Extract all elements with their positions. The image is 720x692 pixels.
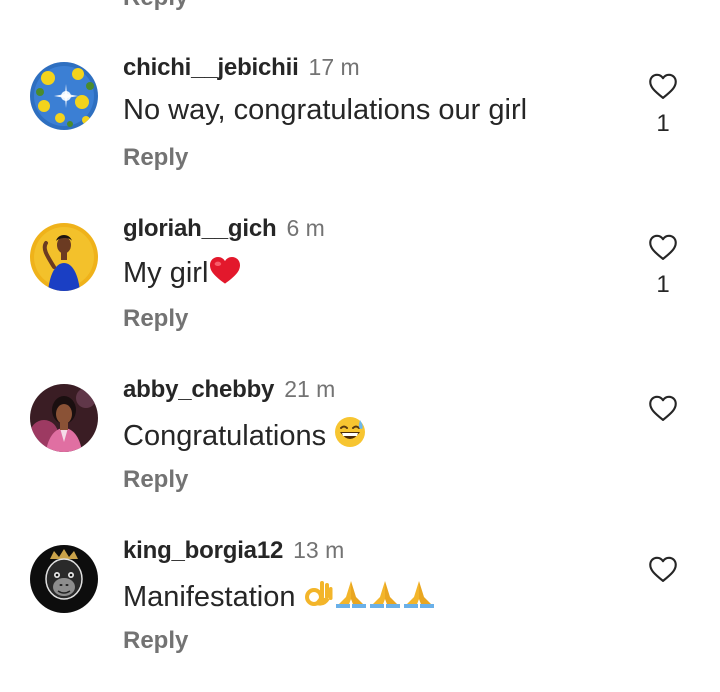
- comment-username[interactable]: abby_chebby: [123, 376, 274, 403]
- like-heart-icon[interactable]: [648, 233, 678, 261]
- folded-hands-icon: [368, 579, 402, 617]
- comment-timestamp: 21 m: [284, 376, 336, 402]
- comment-item: gloriah__gich 6 m My girl Reply 1: [0, 209, 720, 370]
- reply-button[interactable]: Reply: [123, 466, 188, 494]
- avatar[interactable]: [30, 223, 98, 291]
- comment-text: Manifestation: [123, 581, 304, 613]
- comment-text: Congratulations: [123, 420, 335, 452]
- reply-button-partial[interactable]: Reply: [123, 0, 188, 12]
- comment-item: abby_chebby 21 m Congratulations Reply: [0, 370, 720, 531]
- like-count: 1: [656, 271, 670, 298]
- comment-username[interactable]: king_borgia12: [123, 537, 283, 564]
- comment-username[interactable]: gloriah__gich: [123, 215, 277, 242]
- like-count: 1: [656, 110, 670, 137]
- comment-text-row: Congratulations: [123, 416, 366, 456]
- comment-timestamp: 17 m: [308, 54, 360, 80]
- folded-hands-icon: [334, 579, 368, 617]
- avatar[interactable]: [30, 62, 98, 130]
- comment-text: My girl: [123, 257, 209, 289]
- reply-button[interactable]: Reply: [123, 627, 188, 655]
- ok-hand-icon: [304, 577, 334, 617]
- avatar[interactable]: [30, 384, 98, 452]
- comment-item: king_borgia12 13 m Manifestation Reply: [0, 531, 720, 692]
- reply-button[interactable]: Reply: [123, 144, 188, 172]
- like-heart-icon[interactable]: [648, 72, 678, 100]
- comment-text-row: Manifestation: [123, 577, 436, 617]
- comment-text-row: My girl: [123, 255, 242, 293]
- comment-item: chichi__jebichii 17 m No way, congratulat…: [0, 48, 720, 209]
- avatar[interactable]: [30, 545, 98, 613]
- like-heart-icon[interactable]: [648, 555, 678, 583]
- folded-hands-icon: [402, 579, 436, 617]
- comment-username[interactable]: chichi__jebichii: [123, 54, 299, 81]
- comment-timestamp: 13 m: [293, 537, 345, 563]
- red-heart-icon: [208, 255, 242, 293]
- like-heart-icon[interactable]: [648, 394, 678, 422]
- comment-text: No way, congratulations our girl: [123, 94, 528, 126]
- grinning-sweat-face-icon: [334, 416, 366, 456]
- comment-timestamp: 6 m: [286, 215, 325, 241]
- reply-button[interactable]: Reply: [123, 305, 188, 333]
